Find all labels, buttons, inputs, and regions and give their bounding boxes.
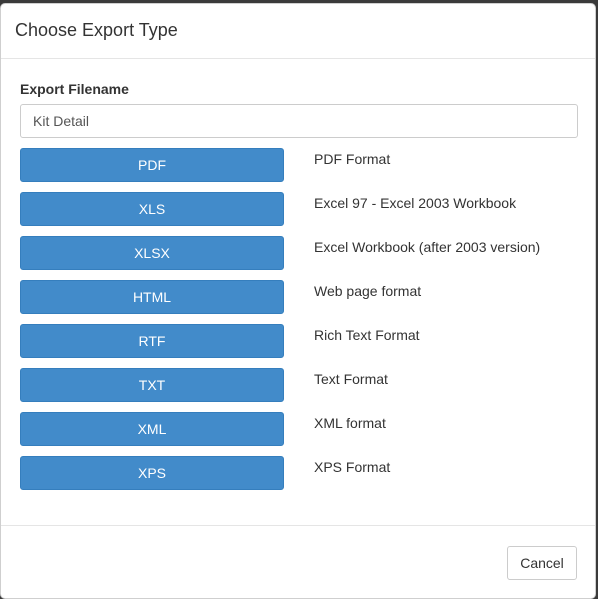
export-pdf-button[interactable]: PDF <box>20 148 284 182</box>
export-pdf-description: PDF Format <box>314 151 391 167</box>
export-xps-button[interactable]: XPS <box>20 456 284 490</box>
cancel-button[interactable]: Cancel <box>507 546 577 580</box>
export-xps-description: XPS Format <box>314 459 391 475</box>
dialog-body: Export Filename PDF PDF Format XLS Excel… <box>1 80 595 500</box>
export-type-list: PDF PDF Format XLS Excel 97 - Excel 2003… <box>20 148 576 500</box>
export-rtf-description: Rich Text Format <box>314 327 420 343</box>
export-xml-description: XML format <box>314 415 386 431</box>
export-rtf-button[interactable]: RTF <box>20 324 284 358</box>
dialog-footer: Cancel <box>1 525 595 598</box>
export-xls-description: Excel 97 - Excel 2003 Workbook <box>314 195 517 211</box>
export-html-button[interactable]: HTML <box>20 280 284 314</box>
export-html-description: Web page format <box>314 283 422 299</box>
export-txt-button[interactable]: TXT <box>20 368 284 402</box>
export-row-rtf: RTF Rich Text Format <box>20 324 576 368</box>
export-row-html: HTML Web page format <box>20 280 576 324</box>
export-row-xml: XML XML format <box>20 412 576 456</box>
dialog-header: Choose Export Type <box>1 4 595 59</box>
export-xlsx-description: Excel Workbook (after 2003 version) <box>314 239 541 255</box>
export-row-xlsx: XLSX Excel Workbook (after 2003 version) <box>20 236 576 280</box>
export-xlsx-button[interactable]: XLSX <box>20 236 284 270</box>
export-row-txt: TXT Text Format <box>20 368 576 412</box>
export-row-xps: XPS XPS Format <box>20 456 576 500</box>
export-txt-description: Text Format <box>314 371 388 387</box>
export-row-pdf: PDF PDF Format <box>20 148 576 192</box>
export-dialog: Choose Export Type Export Filename PDF P… <box>0 3 596 599</box>
export-filename-input[interactable] <box>20 104 578 138</box>
dialog-title: Choose Export Type <box>15 20 178 40</box>
export-filename-label: Export Filename <box>20 81 129 97</box>
export-row-xls: XLS Excel 97 - Excel 2003 Workbook <box>20 192 576 236</box>
export-xml-button[interactable]: XML <box>20 412 284 446</box>
export-xls-button[interactable]: XLS <box>20 192 284 226</box>
